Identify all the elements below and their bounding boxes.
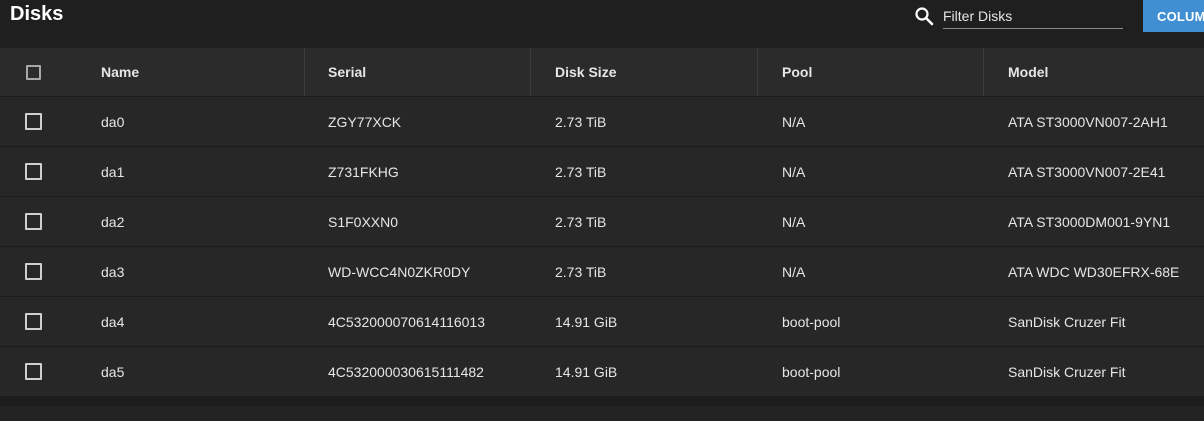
disk-pool: N/A — [782, 163, 806, 180]
row-checkbox[interactable] — [25, 362, 42, 380]
disk-model: ATA ST3000DM001-9YN1 — [1008, 213, 1171, 230]
column-header-pool[interactable]: Pool — [782, 48, 812, 96]
disk-serial: ZGY77XCK — [328, 113, 402, 130]
disk-pool: N/A — [782, 113, 806, 130]
disk-name: da4 — [101, 313, 125, 330]
disk-pool: N/A — [782, 213, 806, 230]
column-header-model[interactable]: Model — [1008, 48, 1048, 96]
row-checkbox[interactable] — [25, 312, 42, 330]
disk-serial: 4C532000030615111482 — [328, 363, 484, 380]
page-title: Disks — [10, 3, 64, 25]
table-row[interactable]: da4 4C532000070614116013 14.91 GiB boot-… — [0, 297, 1204, 347]
column-header-name[interactable]: Name — [101, 48, 139, 96]
horizontal-scrollbar[interactable] — [0, 406, 1204, 421]
column-header-disk-size[interactable]: Disk Size — [555, 48, 616, 96]
row-checkbox[interactable] — [25, 162, 42, 180]
disk-serial: WD-WCC4N0ZKR0DY — [328, 263, 471, 280]
disk-name: da0 — [101, 113, 125, 130]
disk-size: 2.73 TiB — [555, 163, 607, 180]
select-all-checkbox[interactable] — [26, 65, 41, 80]
disk-pool: N/A — [782, 263, 806, 280]
disk-size: 14.91 GiB — [555, 313, 618, 330]
columns-button[interactable]: COLUMNS — [1143, 0, 1204, 32]
table-row[interactable]: da3 WD-WCC4N0ZKR0DY 2.73 TiB N/A ATA WDC… — [0, 247, 1204, 297]
disk-pool: boot-pool — [782, 363, 841, 380]
column-divider[interactable] — [983, 48, 984, 96]
disk-name: da3 — [101, 263, 125, 280]
column-divider[interactable] — [304, 48, 305, 96]
search-icon[interactable] — [914, 6, 934, 26]
disk-name: da2 — [101, 213, 125, 230]
column-divider[interactable] — [757, 48, 758, 96]
column-divider[interactable] — [530, 48, 531, 96]
disk-model: ATA WDC WD30EFRX-68E — [1008, 263, 1180, 280]
disk-model: ATA ST3000VN007-2E41 — [1008, 163, 1166, 180]
disk-name: da5 — [101, 363, 125, 380]
filter-disks-input[interactable] — [943, 3, 1123, 29]
column-header-serial[interactable]: Serial — [328, 48, 366, 96]
table-header-row: Name Serial Disk Size Pool Model — [0, 48, 1204, 97]
disk-size: 14.91 GiB — [555, 363, 618, 380]
disks-table: Name Serial Disk Size Pool Model da0 ZGY… — [0, 48, 1204, 397]
disk-serial: S1F0XXN0 — [328, 213, 399, 230]
disk-serial: 4C532000070614116013 — [328, 313, 486, 330]
table-row[interactable]: da1 Z731FKHG 2.73 TiB N/A ATA ST3000VN00… — [0, 147, 1204, 197]
table-row[interactable]: da0 ZGY77XCK 2.73 TiB N/A ATA ST3000VN00… — [0, 97, 1204, 147]
disk-size: 2.73 TiB — [555, 263, 607, 280]
table-row[interactable]: da2 S1F0XXN0 2.73 TiB N/A ATA ST3000DM00… — [0, 197, 1204, 247]
disk-pool: boot-pool — [782, 313, 841, 330]
row-checkbox[interactable] — [25, 212, 42, 230]
page-header: Disks COLUMNS — [0, 0, 1204, 48]
table-row[interactable]: da5 4C532000030615111482 14.91 GiB boot-… — [0, 347, 1204, 397]
disk-model: ATA ST3000VN007-2AH1 — [1008, 113, 1168, 130]
disk-model: SanDisk Cruzer Fit — [1008, 313, 1126, 330]
row-checkbox[interactable] — [25, 112, 42, 130]
disk-model: SanDisk Cruzer Fit — [1008, 363, 1126, 380]
disk-size: 2.73 TiB — [555, 113, 607, 130]
disk-serial: Z731FKHG — [328, 163, 399, 180]
disk-size: 2.73 TiB — [555, 213, 607, 230]
disk-name: da1 — [101, 163, 125, 180]
row-checkbox[interactable] — [25, 262, 42, 280]
